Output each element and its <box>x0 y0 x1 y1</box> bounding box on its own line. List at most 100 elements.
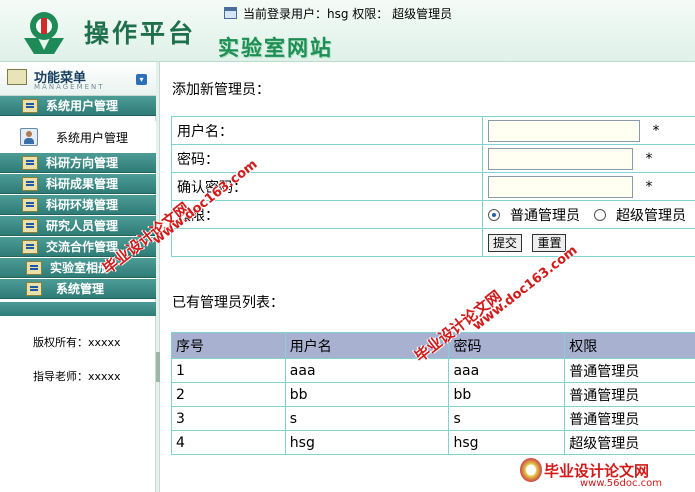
document-icon <box>26 281 42 296</box>
table-row: 4 hsg hsg 超级管理员 <box>171 430 695 455</box>
column-header: 密码 <box>448 332 566 359</box>
permission-label: 权限： <box>171 200 483 229</box>
sidebar-item-research-direction[interactable]: 科研方向管理 <box>0 153 156 173</box>
table-cell: bb <box>284 382 450 407</box>
username-label: 用户名： <box>171 116 483 145</box>
sidebar-item-researchers[interactable]: 研究人员管理 <box>0 216 156 236</box>
radio-normal-admin[interactable] <box>488 208 500 221</box>
radio-super-admin[interactable] <box>594 208 606 221</box>
table-cell: bb <box>448 382 566 407</box>
sidebar-item-label: 交流合作管理 <box>46 240 119 254</box>
username-input[interactable] <box>488 119 640 142</box>
button-row: 提交 重置 <box>171 228 695 257</box>
password-cell: * <box>482 144 695 173</box>
sidebar: 功能菜单 MANAGEMENT ▾ 系统用户管理 系统用户管理 科研方向管理 科… <box>0 62 156 492</box>
table-cell: s <box>448 406 566 431</box>
required-mark: * <box>645 150 653 167</box>
table-cell: hsg <box>448 430 566 455</box>
document-icon <box>22 197 38 212</box>
permission-row: 权限： 普通管理员 超级管理员 <box>171 200 695 229</box>
site-title: 实验室网站 <box>218 35 333 60</box>
sidebar-item-label: 系统用户管理 <box>46 99 119 113</box>
document-icon <box>26 260 42 275</box>
sidebar-footer-bar <box>0 302 156 316</box>
sidebar-item-label: 实验室相册 <box>50 261 111 275</box>
sidebar-item-research-environment[interactable]: 科研环境管理 <box>0 195 156 215</box>
sidebar-subitem-label: 系统用户管理 <box>56 130 129 145</box>
password-input[interactable] <box>488 147 633 170</box>
bank-logo-icon <box>14 8 74 56</box>
table-cell: 普通管理员 <box>564 358 695 383</box>
sidebar-item-cooperation[interactable]: 交流合作管理 <box>0 237 156 257</box>
column-header: 序号 <box>171 332 286 359</box>
sidebar-item-lab-album[interactable]: 实验室相册 <box>0 258 156 278</box>
required-mark: * <box>645 178 653 195</box>
login-info-text: 当前登录用户：hsg 权限： 超级管理员 <box>243 6 453 21</box>
sidebar-item-research-results[interactable]: 科研成果管理 <box>0 174 156 194</box>
empty-cell <box>171 228 483 257</box>
sidebar-item-label: 研究人员管理 <box>46 219 119 233</box>
column-header: 用户名 <box>284 332 450 359</box>
submit-button[interactable]: 提交 <box>488 233 523 252</box>
header-banner: 操作平台 实验室网站 当前登录用户：hsg 权限： 超级管理员 <box>0 0 695 62</box>
sidebar-item-label: 系统管理 <box>56 282 105 296</box>
table-row: 1 aaa aaa 普通管理员 <box>171 358 695 383</box>
table-cell: hsg <box>284 430 450 455</box>
menu-subtitle: MANAGEMENT <box>34 83 105 91</box>
column-header: 权限 <box>564 332 695 359</box>
confirm-label: 确认密码： <box>171 172 483 201</box>
username-cell: * <box>482 116 695 145</box>
table-cell: aaa <box>284 358 450 383</box>
table-row: 3 s s 普通管理员 <box>171 406 695 431</box>
sidebar-item-label: 科研环境管理 <box>46 198 119 212</box>
document-icon <box>22 98 38 113</box>
sidebar-item-label: 科研方向管理 <box>46 156 119 170</box>
permission-cell: 普通管理员 超级管理员 <box>482 200 695 229</box>
window-icon <box>224 7 237 19</box>
document-icon <box>22 239 38 254</box>
username-row: 用户名： * <box>171 116 695 145</box>
menu-icon <box>7 69 27 85</box>
password-row: 密码： * <box>171 144 695 173</box>
teacher-text: 指导老师：xxxxx <box>33 370 121 383</box>
table-cell: 1 <box>171 358 286 383</box>
sidebar-subitem-system-users[interactable]: 系统用户管理 <box>0 121 156 153</box>
user-icon <box>20 128 38 146</box>
confirm-cell: * <box>482 172 695 201</box>
table-cell: s <box>284 406 450 431</box>
add-admin-title: 添加新管理员： <box>172 82 270 98</box>
button-cell: 提交 重置 <box>482 228 695 257</box>
table-cell: 普通管理员 <box>564 406 695 431</box>
platform-title: 操作平台 <box>84 19 197 48</box>
copyright-text: 版权所有：xxxxx <box>33 336 121 349</box>
radio-normal-admin-label: 普通管理员 <box>510 207 580 224</box>
login-info-bar: 当前登录用户：hsg 权限： 超级管理员 <box>224 4 452 22</box>
admin-list-title: 已有管理员列表： <box>172 295 284 311</box>
document-icon <box>22 176 38 191</box>
sidebar-item-label: 科研成果管理 <box>46 177 119 191</box>
admin-table: 序号 用户名 密码 权限 1 aaa aaa 普通管理员 2 bb bb 普通管… <box>171 332 695 455</box>
add-admin-form: 用户名： * 密码： * 确认密码： * 权限： 普通管理员 超级管理员 提交 … <box>171 116 695 257</box>
table-header-row: 序号 用户名 密码 权限 <box>171 332 695 359</box>
reset-button[interactable]: 重置 <box>532 233 567 252</box>
table-cell: 2 <box>171 382 286 407</box>
sidebar-item-system-manage[interactable]: 系统管理 <box>0 279 156 299</box>
confirm-row: 确认密码： * <box>171 172 695 201</box>
watermark-site: www.56doc.com <box>580 478 663 489</box>
table-row: 2 bb bb 普通管理员 <box>171 382 695 407</box>
password-label: 密码： <box>171 144 483 173</box>
sidebar-header: 功能菜单 MANAGEMENT ▾ <box>0 62 156 96</box>
document-icon <box>22 218 38 233</box>
document-icon <box>22 155 38 170</box>
main-content: 添加新管理员： 用户名： * 密码： * 确认密码： * 权限： 普通管理员 超… <box>160 62 695 492</box>
sidebar-item-system-users[interactable]: 系统用户管理 <box>0 96 156 116</box>
watermark-logo-icon <box>520 458 542 482</box>
table-cell: 4 <box>171 430 286 455</box>
radio-super-admin-label: 超级管理员 <box>616 207 686 224</box>
collapse-button[interactable]: ▾ <box>136 74 147 85</box>
table-cell: aaa <box>448 358 566 383</box>
table-cell: 超级管理员 <box>564 430 695 455</box>
confirm-password-input[interactable] <box>488 175 633 198</box>
table-cell: 普通管理员 <box>564 382 695 407</box>
required-mark: * <box>652 122 660 139</box>
